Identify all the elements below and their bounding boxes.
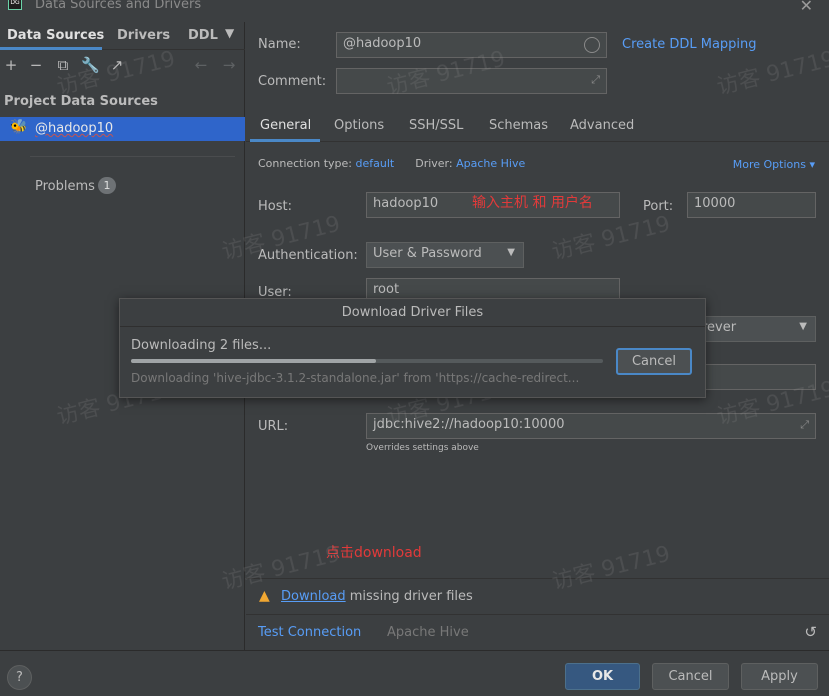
create-ddl-mapping-link[interactable]: Create DDL Mapping (622, 37, 757, 52)
test-connection-link[interactable]: Test Connection (258, 625, 361, 640)
datagrip-logo-icon: DG (8, 0, 22, 10)
problems-item[interactable]: Problems (35, 179, 95, 194)
warning-text: Download missing driver files (281, 589, 473, 604)
hive-icon: 🐝 (10, 119, 28, 135)
conn-type-link[interactable]: default (356, 157, 395, 170)
settings-tabs: General Options SSH/SSL Schemas Advanced (246, 110, 829, 142)
driver-link[interactable]: Apache Hive (456, 157, 525, 170)
database-field[interactable] (687, 364, 816, 390)
tab-data-sources[interactable]: Data Sources (7, 28, 104, 43)
comment-field[interactable]: ⤢ (336, 68, 607, 94)
download-driver-dialog: Download Driver Files Downloading 2 file… (119, 298, 706, 398)
tab-ddl[interactable]: DDL (188, 28, 218, 43)
ok-button[interactable]: OK (565, 663, 640, 690)
data-source-label: @hadoop10 (35, 121, 114, 136)
progress-bar (131, 359, 603, 363)
left-tabs: Data Sources Drivers DDL ▼ (0, 22, 245, 50)
reset-icon[interactable]: ↺ (804, 623, 817, 641)
chevron-down-icon[interactable]: ▼ (225, 26, 234, 40)
comment-label: Comment: (258, 74, 327, 89)
name-label: Name: (258, 37, 301, 52)
connection-info: Connection type: default Driver: Apache … (258, 157, 525, 170)
close-icon[interactable]: ✕ (800, 0, 813, 15)
back-arrow-icon[interactable]: ← (192, 56, 210, 74)
driver-label: Driver: (415, 157, 453, 170)
auth-select[interactable]: User & Password ▼ (366, 242, 524, 268)
url-label: URL: (258, 419, 289, 434)
save-password-select[interactable]: orever ▼ (687, 316, 816, 342)
dialog-cancel-button[interactable]: Cancel (616, 348, 692, 375)
download-detail: Downloading 'hive-jdbc-3.1.2-standalone.… (131, 371, 580, 385)
more-options-link[interactable]: More Options ▾ (733, 158, 815, 171)
tab-schemas[interactable]: Schemas (489, 118, 548, 133)
tab-options[interactable]: Options (334, 118, 384, 133)
tab-underline (250, 139, 320, 142)
host-label: Host: (258, 199, 292, 214)
tab-general[interactable]: General (260, 118, 311, 133)
port-label: Port: (643, 199, 674, 214)
warning-bar: ▲ Download missing driver files (246, 578, 829, 614)
auth-label: Authentication: (258, 248, 358, 263)
tab-ssh-ssl[interactable]: SSH/SSL (409, 118, 463, 133)
forward-arrow-icon[interactable]: → (220, 56, 238, 74)
download-annotation: 点击download (326, 545, 422, 561)
cancel-button[interactable]: Cancel (652, 663, 729, 690)
problems-count-badge: 1 (98, 177, 116, 194)
help-button[interactable]: ? (7, 665, 32, 690)
wrench-icon[interactable]: 🔧 (81, 56, 100, 74)
download-status: Downloading 2 files... (131, 338, 272, 353)
progress-fill (131, 359, 377, 363)
download-link[interactable]: Download (281, 589, 346, 604)
expand-icon[interactable]: ⤢ (800, 418, 809, 432)
chevron-down-icon: ▼ (799, 321, 807, 332)
duplicate-icon[interactable]: ⧉ (54, 56, 72, 74)
url-field[interactable]: jdbc:hive2://hadoop10:10000 ⤢ (366, 413, 816, 439)
apply-button[interactable]: Apply (741, 663, 818, 690)
dialog-title: Download Driver Files (120, 299, 705, 327)
color-circle-icon[interactable] (584, 37, 600, 53)
left-toolbar: + − ⧉ 🔧 ↗ ← → (0, 52, 245, 80)
tab-advanced[interactable]: Advanced (570, 118, 634, 133)
data-source-item[interactable]: 🐝 @hadoop10 (0, 117, 245, 141)
port-field[interactable]: 10000 (687, 192, 816, 218)
name-field[interactable]: @hadoop10 (336, 32, 607, 58)
navigate-icon[interactable]: ↗ (108, 56, 126, 74)
warning-icon: ▲ (259, 588, 270, 604)
remove-icon[interactable]: − (27, 56, 45, 74)
overrides-note: Overrides settings above (366, 443, 479, 453)
divider (30, 156, 235, 157)
title-bar: DG Data Sources and Drivers ✕ (0, 0, 829, 15)
expand-icon[interactable]: ⤢ (591, 73, 600, 87)
add-icon[interactable]: + (2, 56, 20, 74)
section-title: Project Data Sources (4, 94, 158, 109)
tab-underline (0, 47, 102, 50)
window-title: Data Sources and Drivers (35, 0, 202, 12)
chevron-down-icon: ▼ (507, 247, 515, 258)
tab-drivers[interactable]: Drivers (117, 28, 170, 43)
bottom-row: Test Connection Apache Hive ↺ (246, 614, 829, 650)
driver-name: Apache Hive (387, 625, 469, 640)
footer: ? OK Cancel Apply (0, 650, 829, 696)
host-annotation: 输入主机 和 用户名 (472, 195, 593, 211)
conn-type-label: Connection type: (258, 157, 353, 170)
